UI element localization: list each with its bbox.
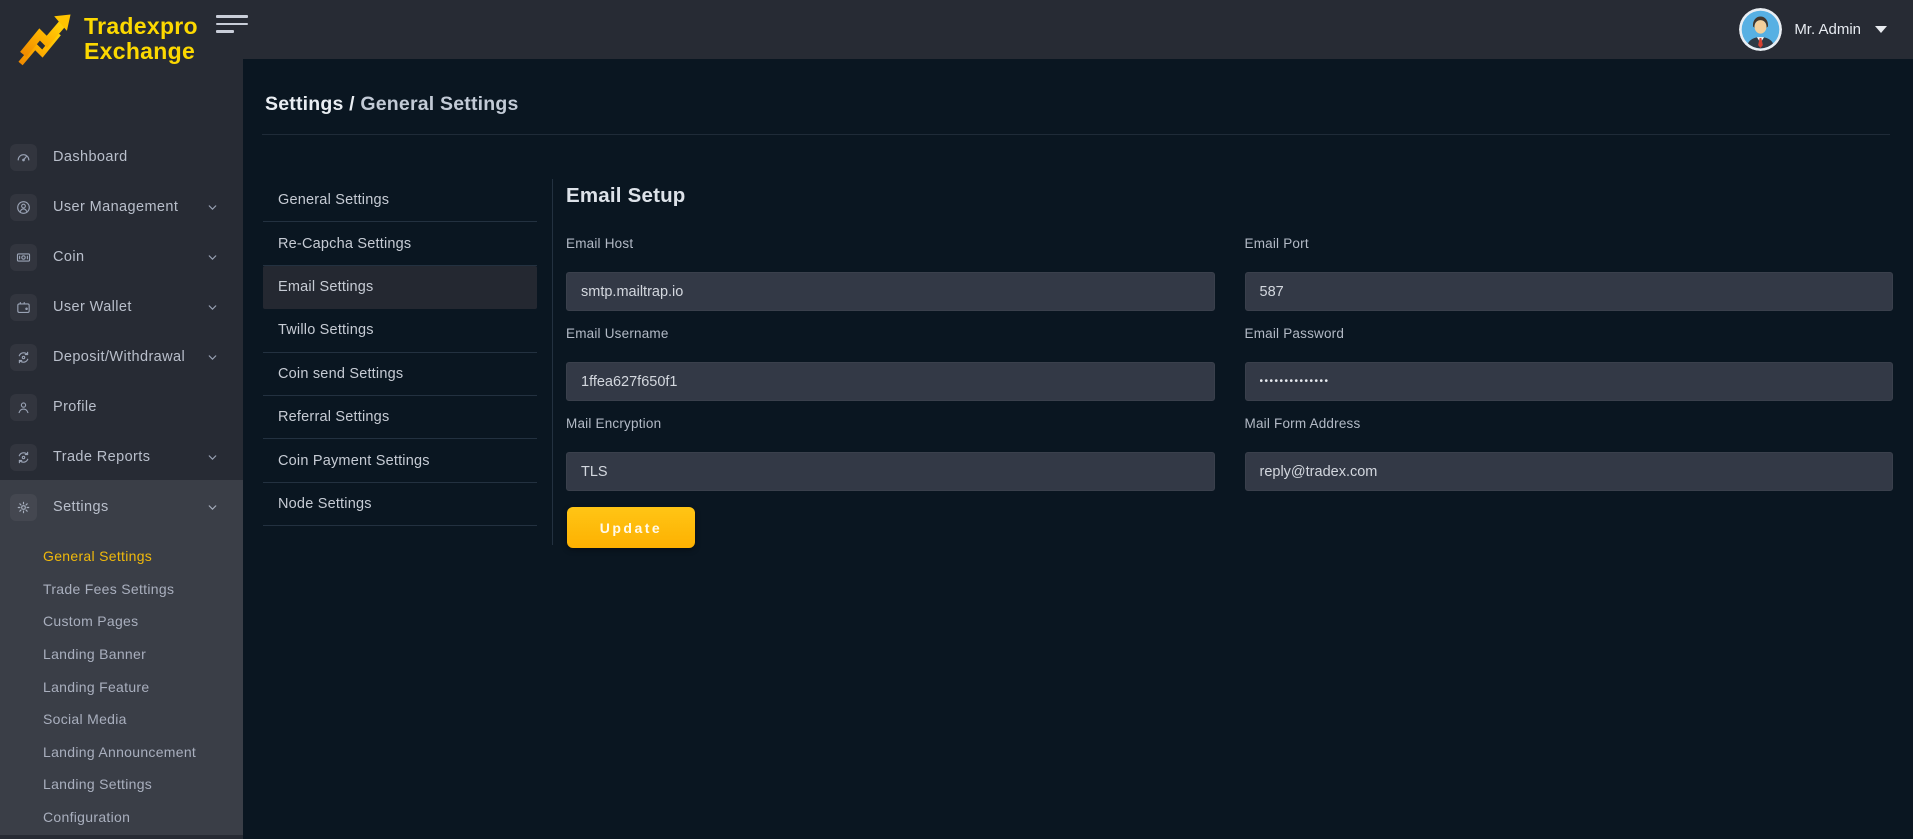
email-host-input[interactable] [566, 272, 1215, 311]
sidebar-item-user-wallet[interactable]: User Wallet [0, 282, 243, 332]
sidebar-item-label: Dashboard [53, 149, 128, 165]
sidebar-item-label: User Management [53, 199, 178, 215]
breadcrumb-section: Settings / [265, 93, 355, 115]
chevron-down-icon [206, 351, 219, 364]
sidebar-item-label: Profile [53, 399, 97, 415]
top-header: Mr. Admin [243, 0, 1913, 59]
subnav-item-email-settings[interactable]: Email Settings [263, 266, 537, 309]
breadcrumb-page: General Settings [360, 93, 518, 115]
brand-logo[interactable]: Tradexpro Exchange [16, 8, 198, 70]
breadcrumb-divider [262, 134, 1890, 135]
mail-encryption-label: Mail Encryption [566, 416, 1215, 433]
sidebar-item-label: Trade Reports [53, 449, 150, 465]
sidebar-item-deposit-withdrawal[interactable]: Deposit/Withdrawal [0, 332, 243, 382]
sidebar-item-coin[interactable]: Coin [0, 232, 243, 282]
submenu-item-landing-settings[interactable]: Landing Settings [0, 768, 243, 801]
main-content: Settings / General Settings General Sett… [243, 59, 1913, 839]
email-password-input[interactable] [1245, 362, 1894, 401]
submenu-item-custom-pages[interactable]: Custom Pages [0, 605, 243, 638]
field-email-port: Email Port [1245, 236, 1894, 311]
email-port-label: Email Port [1245, 236, 1894, 253]
gauge-icon [10, 144, 37, 171]
sidebar-item-label: User Wallet [53, 299, 132, 315]
sidebar-item-dashboard[interactable]: Dashboard [0, 132, 243, 182]
user-name: Mr. Admin [1794, 21, 1861, 38]
chevron-down-icon [206, 451, 219, 464]
brand-name: Tradexpro Exchange [84, 14, 198, 64]
person-icon [10, 394, 37, 421]
field-mail-form-address: Mail Form Address [1245, 416, 1894, 491]
chevron-down-icon [206, 201, 219, 214]
subnav-item-coin-payment-settings[interactable]: Coin Payment Settings [263, 439, 537, 482]
field-email-password: Email Password [1245, 326, 1894, 401]
subnav-item-re-capcha-settings[interactable]: Re-Capcha Settings [263, 222, 537, 265]
sidebar-item-label: Settings [53, 499, 109, 515]
mail-form-address-input[interactable] [1245, 452, 1894, 491]
brand-bolt-icon [16, 8, 76, 70]
field-email-username: Email Username [566, 326, 1215, 401]
email-port-input[interactable] [1245, 272, 1894, 311]
field-email-host: Email Host [566, 236, 1215, 311]
submenu-item-configuration[interactable]: Configuration [0, 801, 243, 834]
subnav-item-node-settings[interactable]: Node Settings [263, 483, 537, 526]
email-username-input[interactable] [566, 362, 1215, 401]
mail-encryption-input[interactable] [566, 452, 1215, 491]
subnav-item-coin-send-settings[interactable]: Coin send Settings [263, 353, 537, 396]
submenu-item-landing-banner[interactable]: Landing Banner [0, 638, 243, 671]
sidebar-item-settings[interactable]: Settings [0, 480, 243, 534]
user-circle-icon [10, 194, 37, 221]
form-title: Email Setup [566, 184, 686, 208]
sidebar-item-label: Deposit/Withdrawal [53, 349, 185, 365]
field-mail-encryption: Mail Encryption [566, 416, 1215, 491]
vertical-divider [552, 179, 553, 545]
settings-expanded-panel: Settings General Settings Trade Fees Set… [0, 480, 243, 835]
email-host-label: Email Host [566, 236, 1215, 253]
sidebar: Tradexpro Exchange Dashboard U [0, 0, 243, 839]
sidebar-item-label: Coin [53, 249, 84, 265]
subnav-item-general-settings[interactable]: General Settings [263, 179, 537, 222]
cycle-arrows-icon [10, 444, 37, 471]
user-menu[interactable]: Mr. Admin [1739, 0, 1887, 59]
submenu-item-general-settings[interactable]: General Settings [0, 540, 243, 573]
chevron-down-icon [206, 301, 219, 314]
sidebar-item-profile[interactable]: Profile [0, 382, 243, 432]
chevron-down-icon [206, 251, 219, 264]
mail-form-address-label: Mail Form Address [1245, 416, 1894, 433]
subnav-item-twillo-settings[interactable]: Twillo Settings [263, 309, 537, 352]
settings-subnav: General Settings Re-Capcha Settings Emai… [263, 179, 537, 526]
submenu-item-landing-announcement[interactable]: Landing Announcement [0, 736, 243, 769]
page: Tradexpro Exchange Dashboard U [0, 0, 1913, 839]
avatar [1739, 8, 1782, 51]
chevron-down-icon [206, 501, 219, 514]
email-password-label: Email Password [1245, 326, 1894, 343]
email-setup-form: Email Host Email Port Email Username Ema… [566, 236, 1893, 506]
sidebar-item-trade-reports[interactable]: Trade Reports [0, 432, 243, 482]
caret-down-icon [1875, 26, 1887, 33]
sidebar-item-user-management[interactable]: User Management [0, 182, 243, 232]
cycle-arrows-icon [10, 344, 37, 371]
hamburger-menu-icon[interactable] [216, 15, 248, 38]
submenu-item-landing-feature[interactable]: Landing Feature [0, 670, 243, 703]
submenu-item-trade-fees-settings[interactable]: Trade Fees Settings [0, 573, 243, 606]
email-username-label: Email Username [566, 326, 1215, 343]
gear-icon [10, 494, 37, 521]
sidebar-nav: Dashboard User Management [0, 132, 243, 482]
submenu-item-social-media[interactable]: Social Media [0, 703, 243, 736]
settings-submenu: General Settings Trade Fees Settings Cus… [0, 540, 243, 833]
cash-icon [10, 244, 37, 271]
update-button[interactable]: Update [567, 507, 695, 548]
subnav-item-referral-settings[interactable]: Referral Settings [263, 396, 537, 439]
wallet-icon [10, 294, 37, 321]
breadcrumb: Settings / General Settings [265, 93, 519, 116]
